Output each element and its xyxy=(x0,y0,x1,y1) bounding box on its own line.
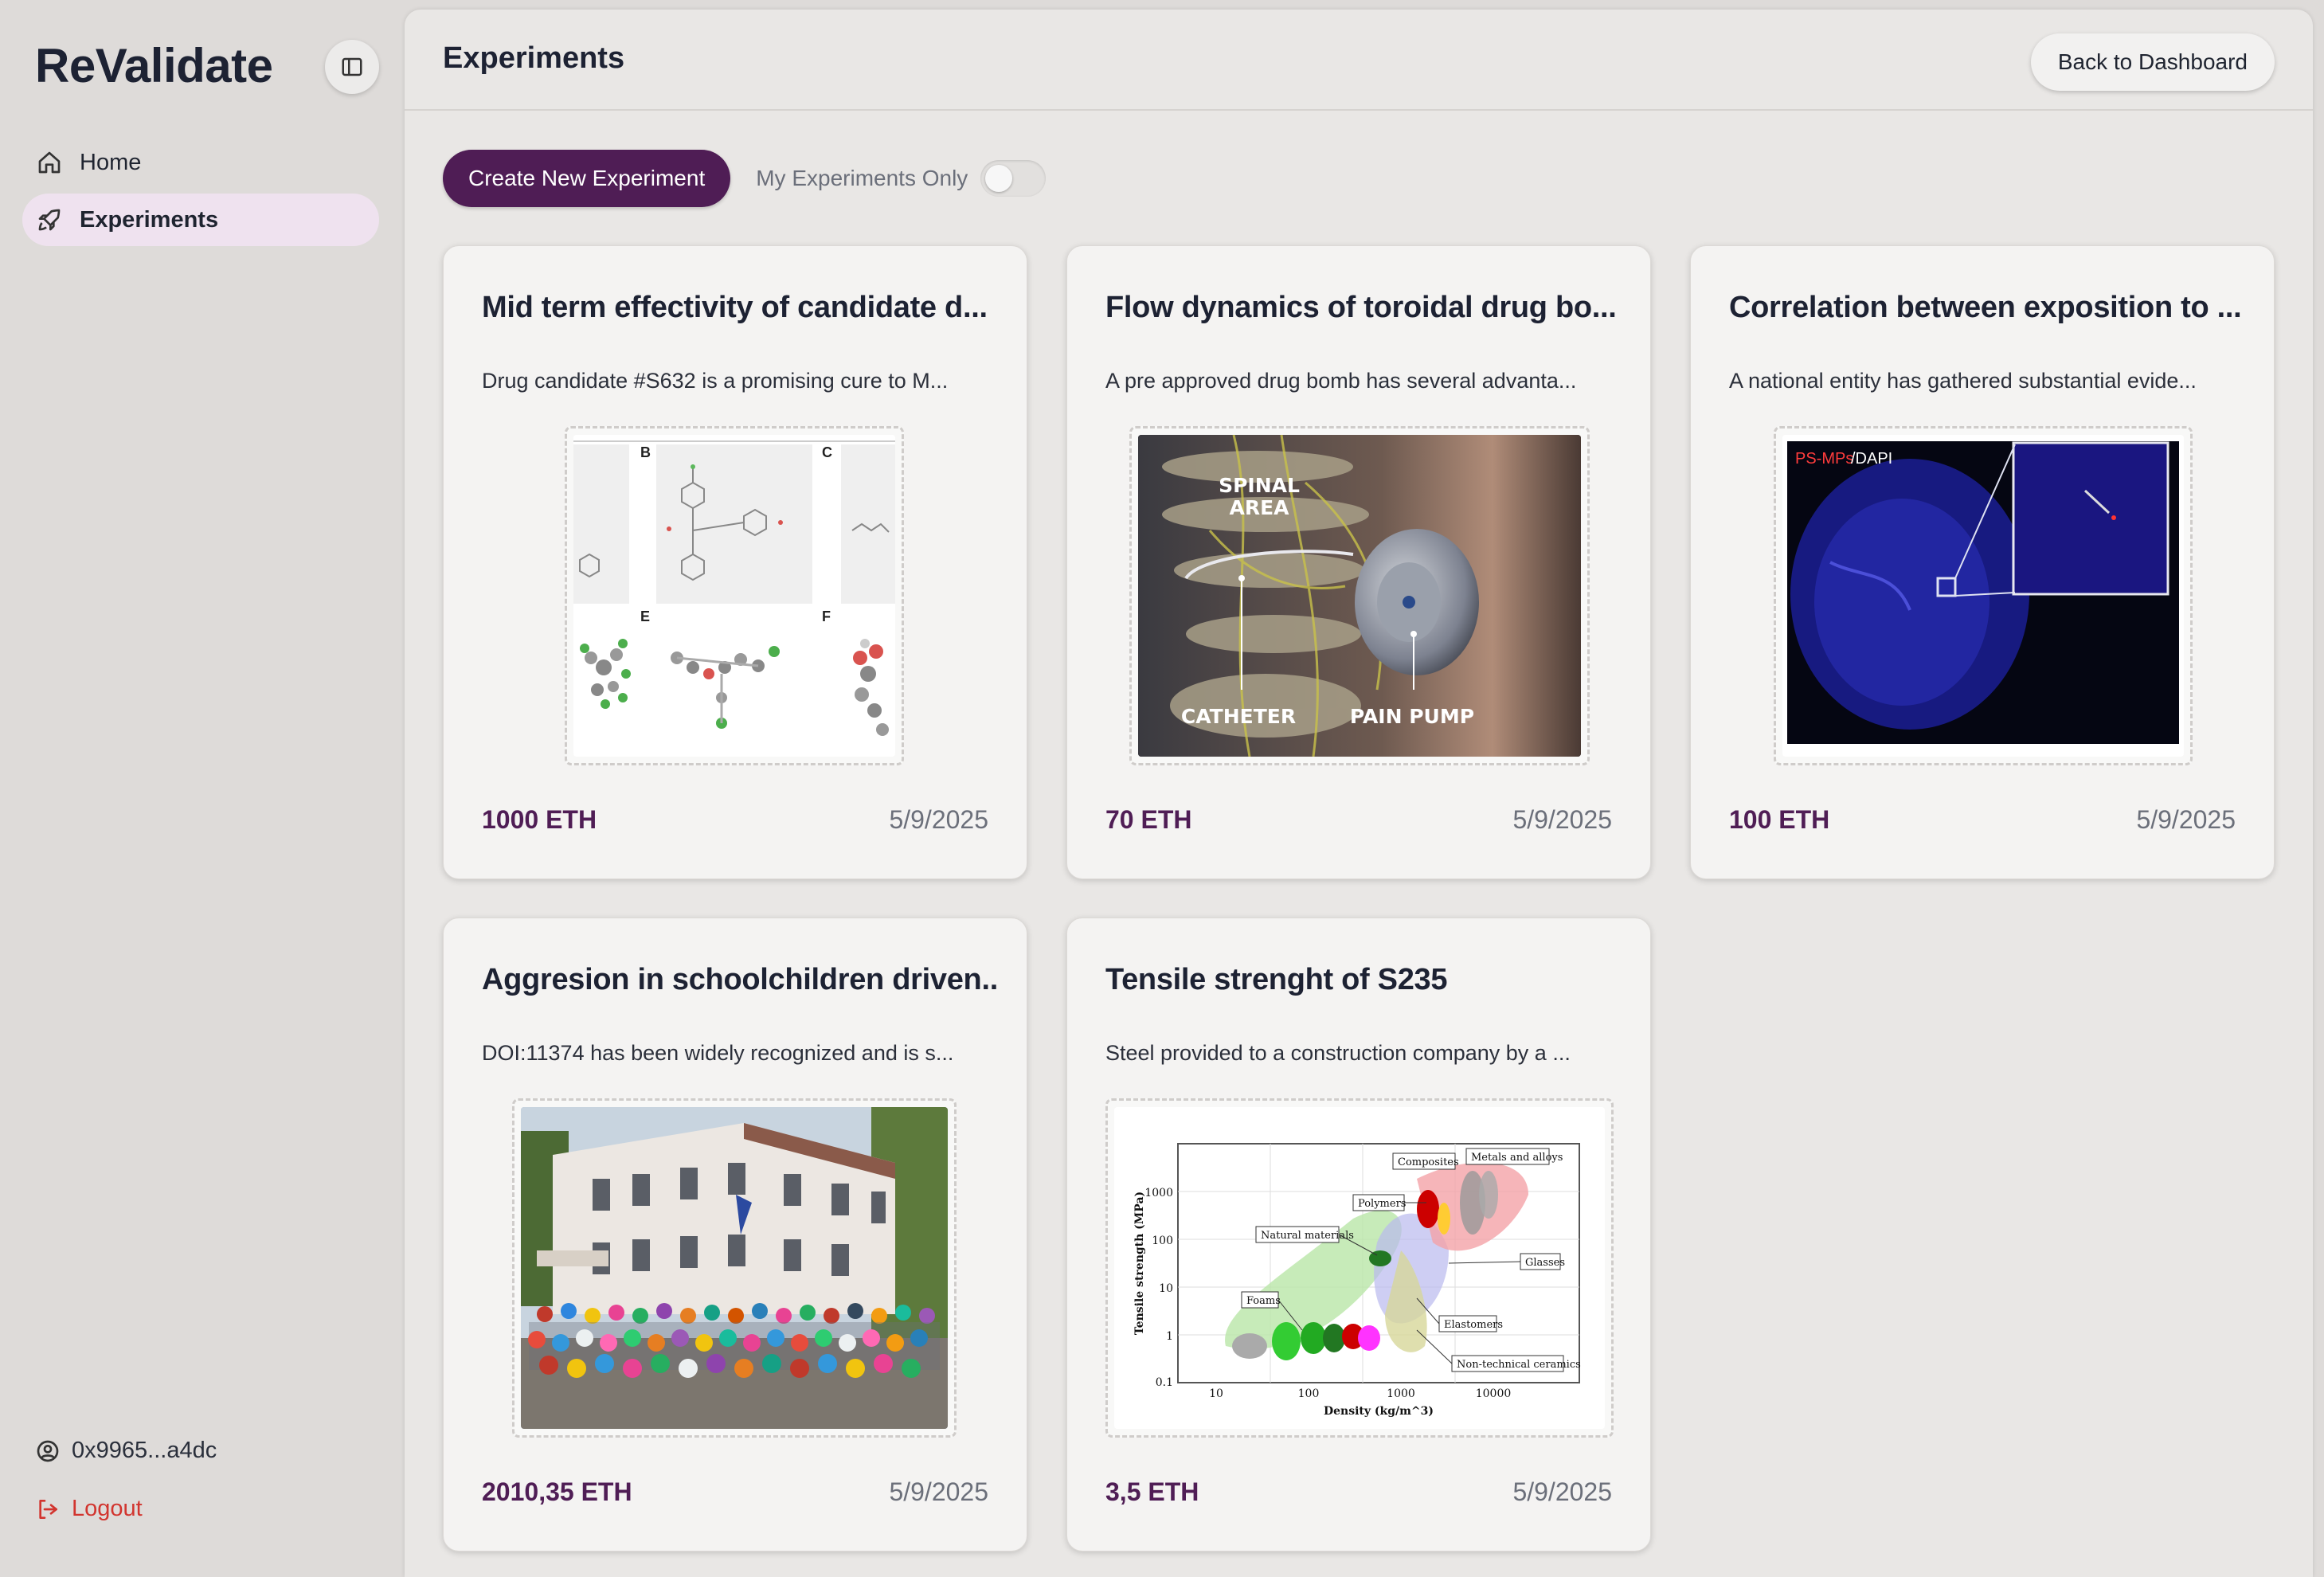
ytick-label: 100 xyxy=(1152,1235,1173,1247)
material-group-label: Foams xyxy=(1246,1295,1281,1307)
logout-icon xyxy=(39,1499,57,1519)
my-experiments-label: My Experiments Only xyxy=(756,166,968,190)
experiment-date: 5/9/2025 xyxy=(889,1477,988,1506)
toggle-knob xyxy=(985,165,1013,192)
experiment-title: Mid term effectivity of candidate d... xyxy=(482,291,988,324)
material-group-label: Glasses xyxy=(1525,1257,1565,1269)
logout-label: Logout xyxy=(72,1496,143,1521)
experiment-price: 1000 ETH xyxy=(482,805,597,834)
experiment-card[interactable]: Flow dynamics of toroidal drug bo... A p… xyxy=(1066,245,1651,879)
svg-text:B: B xyxy=(640,444,651,460)
ytick-label: 1000 xyxy=(1144,1187,1173,1199)
account-address-text: 0x9965...a4dc xyxy=(72,1438,217,1463)
experiment-date: 5/9/2025 xyxy=(2136,805,2236,834)
sidebar-collapse-icon xyxy=(342,57,362,76)
experiment-image: 1000 100 10 1 0.1 10 100 1000 10000 Dens… xyxy=(1105,1098,1614,1438)
page-title: Experiments xyxy=(443,41,625,75)
material-group-label: Metals and alloys xyxy=(1471,1152,1563,1164)
sidebar-toggle-button[interactable] xyxy=(325,40,379,94)
experiment-description: A pre approved drug bomb has several adv… xyxy=(1105,369,1577,393)
svg-text:PS-MPs: PS-MPs xyxy=(1795,450,1853,468)
experiment-date: 5/9/2025 xyxy=(1512,805,1612,834)
material-group-label: Non-technical ceramics xyxy=(1457,1359,1581,1371)
ytick-label: 0.1 xyxy=(1156,1376,1173,1389)
sidebar-item-label: Home xyxy=(80,149,142,175)
experiment-image: SPINAL AREA CATHETER PAIN PUMP xyxy=(1129,426,1590,765)
experiment-actions: Create New Experiment My Experiments Onl… xyxy=(443,150,1047,207)
sidebar-item-home[interactable]: Home xyxy=(22,136,379,189)
experiment-description: DOI:11374 has been widely recognized and… xyxy=(482,1041,954,1065)
experiment-title: Correlation between exposition to ... xyxy=(1729,291,2242,324)
experiment-card[interactable]: Aggresion in schoolchildren driven... DO… xyxy=(443,918,1027,1552)
experiment-description: Steel provided to a construction company… xyxy=(1105,1041,1571,1065)
topbar: Experiments Back to Dashboard xyxy=(405,10,2313,111)
experiment-description: Drug candidate #S632 is a promising cure… xyxy=(482,369,949,393)
svg-text:F: F xyxy=(822,608,831,624)
experiment-card[interactable]: Tensile strenght of S235 Steel provided … xyxy=(1066,918,1651,1552)
experiment-price: 70 ETH xyxy=(1105,805,1192,834)
sidebar-item-experiments[interactable]: Experiments xyxy=(22,194,379,246)
experiment-price: 100 ETH xyxy=(1729,805,1830,834)
app-logo: ReValidate xyxy=(35,39,273,92)
experiment-card[interactable]: Mid term effectivity of candidate d... D… xyxy=(443,245,1027,879)
main-panel: Experiments Back to Dashboard Create New… xyxy=(405,10,2313,1577)
ytick-label: 10 xyxy=(1159,1282,1173,1295)
svg-text:C: C xyxy=(822,444,832,460)
experiment-image xyxy=(512,1098,957,1438)
ytick-label: 1 xyxy=(1166,1330,1173,1343)
experiment-title: Tensile strenght of S235 xyxy=(1105,963,1448,996)
svg-text:PAIN PUMP: PAIN PUMP xyxy=(1350,705,1474,728)
sidebar-item-label: Experiments xyxy=(80,206,219,233)
my-experiments-toggle[interactable] xyxy=(980,160,1047,197)
xtick-label: 100 xyxy=(1298,1387,1320,1400)
svg-text:AREA: AREA xyxy=(1229,496,1289,519)
experiment-title: Flow dynamics of toroidal drug bo... xyxy=(1105,291,1617,324)
create-experiment-button[interactable]: Create New Experiment xyxy=(443,150,731,207)
user-circle-icon xyxy=(37,1440,59,1462)
material-group-label: Natural materials xyxy=(1261,1230,1354,1242)
material-group-label: Polymers xyxy=(1358,1198,1406,1210)
experiment-title: Aggresion in schoolchildren driven... xyxy=(482,963,1000,996)
experiment-date: 5/9/2025 xyxy=(1512,1477,1612,1506)
experiment-price: 3,5 ETH xyxy=(1105,1477,1199,1506)
experiment-image: PS-MPs /DAPI xyxy=(1774,426,2193,765)
xtick-label: 10000 xyxy=(1476,1387,1512,1400)
experiment-price: 2010,35 ETH xyxy=(482,1477,632,1506)
svg-text:/DAPI: /DAPI xyxy=(1851,450,1892,468)
back-to-dashboard-button[interactable]: Back to Dashboard xyxy=(2030,33,2275,91)
account-address[interactable]: 0x9965...a4dc xyxy=(35,1438,217,1464)
chart-ylabel: Tensile strength (MPa) xyxy=(1133,1192,1146,1335)
experiment-date: 5/9/2025 xyxy=(889,805,988,834)
svg-text:SPINAL: SPINAL xyxy=(1219,474,1300,497)
experiment-description: A national entity has gathered substanti… xyxy=(1729,369,2197,393)
material-group-label: Composites xyxy=(1398,1156,1459,1168)
experiment-image: B C E F xyxy=(565,426,904,765)
svg-text:E: E xyxy=(640,608,650,624)
home-icon xyxy=(35,150,80,175)
logout-button[interactable]: Logout xyxy=(35,1496,143,1522)
svg-text:CATHETER: CATHETER xyxy=(1181,705,1296,728)
xtick-label: 10 xyxy=(1209,1387,1223,1400)
rocket-icon xyxy=(35,207,80,233)
xtick-label: 1000 xyxy=(1387,1387,1415,1400)
experiment-card[interactable]: Correlation between exposition to ... A … xyxy=(1690,245,2275,879)
chart-xlabel: Density (kg/m^3) xyxy=(1324,1405,1434,1418)
sidebar: ReValidate Home Experiments 0x9965...a4d… xyxy=(0,0,403,1577)
material-group-label: Elastomers xyxy=(1444,1319,1503,1331)
